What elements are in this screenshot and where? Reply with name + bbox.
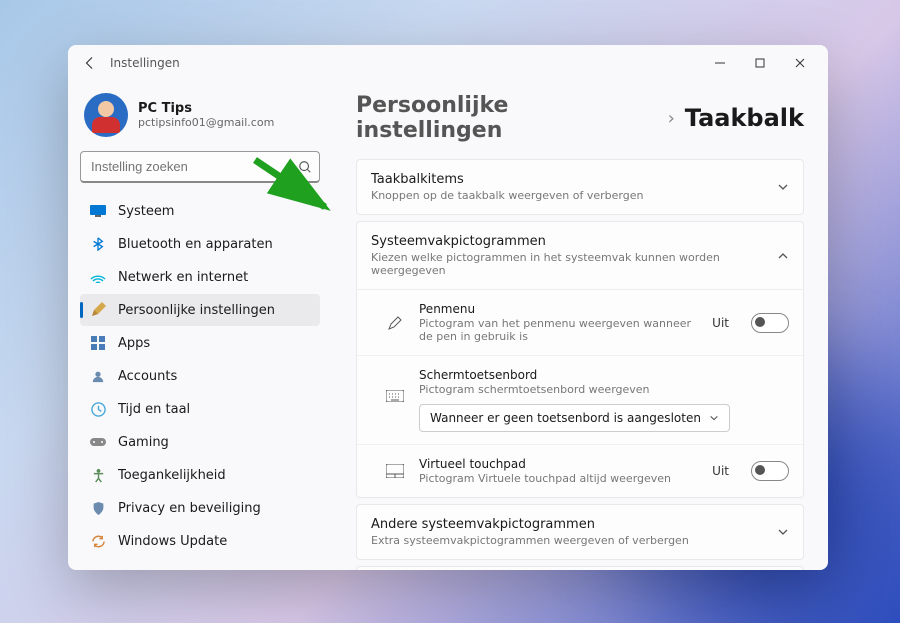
time-icon (90, 401, 106, 417)
breadcrumb-current: Taakbalk (685, 104, 804, 132)
touchpad-icon (385, 461, 405, 481)
setting-row-touchpad: Virtueel touchpad Pictogram Virtuele tou… (357, 444, 803, 497)
accessibility-icon (90, 467, 106, 483)
sidebar-item-label: Persoonlijke instellingen (118, 303, 275, 318)
paint-icon (90, 302, 106, 318)
sidebar-item-personalization[interactable]: Persoonlijke instellingen (80, 294, 320, 326)
sidebar-item-bluetooth[interactable]: Bluetooth en apparaten (80, 228, 320, 260)
sidebar-item-time[interactable]: Tijd en taal (80, 393, 320, 425)
network-icon (90, 269, 106, 285)
shield-icon (90, 500, 106, 516)
chevron-down-icon (709, 413, 719, 423)
section-behavior: Gedrag van taakbalk Taakbalkuitlijning, … (356, 566, 804, 570)
sidebar-item-label: Accounts (118, 369, 177, 384)
section-other-icons: Andere systeemvakpictogrammen Extra syst… (356, 504, 804, 560)
user-name: PC Tips (138, 101, 274, 116)
maximize-button[interactable] (740, 49, 780, 77)
gaming-icon (90, 434, 106, 450)
sidebar-item-update[interactable]: Windows Update (80, 525, 320, 557)
section-header[interactable]: Systeemvakpictogrammen Kiezen welke pict… (357, 222, 803, 289)
section-header[interactable]: Andere systeemvakpictogrammen Extra syst… (357, 505, 803, 559)
settings-window: Instellingen PC Tips pctipsinfo01@gmail.… (68, 45, 828, 570)
sidebar-item-apps[interactable]: Apps (80, 327, 320, 359)
sidebar-item-label: Privacy en beveiliging (118, 501, 261, 516)
select-value: Wanneer er geen toetsenbord is aangeslot… (430, 411, 701, 425)
apps-icon (90, 335, 106, 351)
minimize-button[interactable] (700, 49, 740, 77)
setting-subtitle: Pictogram schermtoetsenbord weergeven (419, 383, 789, 396)
setting-row-pen: Penmenu Pictogram van het penmenu weerge… (357, 290, 803, 355)
section-taskbar-items: Taakbalkitems Knoppen op de taakbalk wee… (356, 159, 804, 215)
chevron-down-icon (777, 526, 789, 538)
update-icon (90, 533, 106, 549)
sidebar: PC Tips pctipsinfo01@gmail.com Systeem B… (68, 81, 332, 570)
accounts-icon (90, 368, 106, 384)
setting-title: Virtueel touchpad (419, 457, 698, 471)
setting-title: Schermtoetsenbord (419, 368, 789, 382)
sidebar-item-label: Windows Update (118, 534, 227, 549)
bluetooth-icon (90, 236, 106, 252)
nav-list: Systeem Bluetooth en apparaten Netwerk e… (80, 195, 320, 557)
section-subtitle: Extra systeemvakpictogrammen weergeven o… (371, 534, 689, 547)
system-icon (90, 203, 106, 219)
pen-icon (385, 313, 405, 333)
sidebar-item-accounts[interactable]: Accounts (80, 360, 320, 392)
sidebar-item-label: Toegankelijkheid (118, 468, 226, 483)
breadcrumb-parent[interactable]: Persoonlijke instellingen (356, 93, 658, 143)
setting-title: Penmenu (419, 302, 698, 316)
chevron-right-icon: › (668, 108, 675, 129)
toggle-state: Uit (712, 464, 729, 478)
toggle-pen[interactable] (751, 313, 789, 333)
sidebar-item-gaming[interactable]: Gaming (80, 426, 320, 458)
sidebar-item-label: Apps (118, 336, 150, 351)
search-box[interactable] (80, 151, 320, 183)
user-email: pctipsinfo01@gmail.com (138, 116, 274, 129)
sidebar-item-label: Systeem (118, 204, 174, 219)
search-icon (298, 160, 312, 174)
section-title: Systeemvakpictogrammen (371, 234, 777, 249)
section-title: Taakbalkitems (371, 172, 643, 187)
section-subtitle: Knoppen op de taakbalk weergeven of verb… (371, 189, 643, 202)
sidebar-item-system[interactable]: Systeem (80, 195, 320, 227)
setting-subtitle: Pictogram Virtuele touchpad altijd weerg… (419, 472, 698, 485)
window-title: Instellingen (110, 56, 180, 70)
sidebar-item-label: Gaming (118, 435, 169, 450)
keyboard-icon (385, 386, 405, 406)
main-content: Persoonlijke instellingen › Taakbalk Taa… (332, 81, 828, 570)
sidebar-item-accessibility[interactable]: Toegankelijkheid (80, 459, 320, 491)
section-subtitle: Kiezen welke pictogrammen in het systeem… (371, 251, 777, 277)
avatar (84, 93, 128, 137)
chevron-up-icon (777, 250, 789, 262)
keyboard-select[interactable]: Wanneer er geen toetsenbord is aangeslot… (419, 404, 730, 432)
setting-row-keyboard: Schermtoetsenbord Pictogram schermtoetse… (357, 355, 803, 444)
setting-subtitle: Pictogram van het penmenu weergeven wann… (419, 317, 698, 343)
back-button[interactable] (76, 49, 104, 77)
toggle-touchpad[interactable] (751, 461, 789, 481)
section-title: Andere systeemvakpictogrammen (371, 517, 689, 532)
section-tray-icons: Systeemvakpictogrammen Kiezen welke pict… (356, 221, 804, 498)
sidebar-item-label: Netwerk en internet (118, 270, 248, 285)
sidebar-item-privacy[interactable]: Privacy en beveiliging (80, 492, 320, 524)
breadcrumb: Persoonlijke instellingen › Taakbalk (356, 93, 804, 143)
toggle-state: Uit (712, 316, 729, 330)
titlebar: Instellingen (68, 45, 828, 81)
chevron-down-icon (777, 181, 789, 193)
sidebar-item-label: Tijd en taal (118, 402, 190, 417)
search-input[interactable] (80, 151, 320, 183)
section-header[interactable]: Gedrag van taakbalk Taakbalkuitlijning, … (357, 567, 803, 570)
user-profile[interactable]: PC Tips pctipsinfo01@gmail.com (80, 87, 320, 151)
sidebar-item-label: Bluetooth en apparaten (118, 237, 273, 252)
close-button[interactable] (780, 49, 820, 77)
section-header[interactable]: Taakbalkitems Knoppen op de taakbalk wee… (357, 160, 803, 214)
sidebar-item-network[interactable]: Netwerk en internet (80, 261, 320, 293)
